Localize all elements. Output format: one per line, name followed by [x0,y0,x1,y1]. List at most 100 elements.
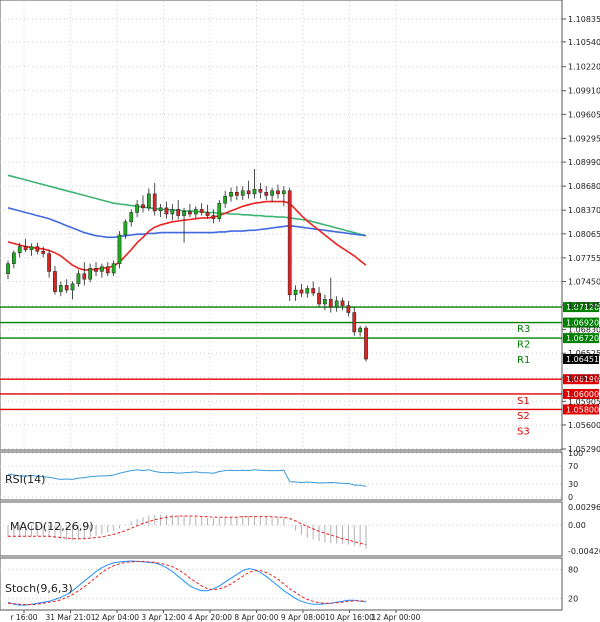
candle-body [135,204,139,213]
rsi-label: RSI(14) [5,473,45,486]
price-tick-label: 1.05600 [568,421,600,430]
price-tick-label: 1.10220 [568,63,600,72]
price-tick-label: 1.06525 [568,349,600,358]
candle-body [158,207,163,212]
candle-body [164,207,169,215]
candle-body [270,190,274,196]
candle-body [170,209,175,215]
time-tick-label: 4 Apr 20:00 [188,613,232,622]
candle-body [281,190,286,195]
forex-chart: R31.07120R21.06920R11.06720S11.06190S21.… [0,0,600,622]
candle-body [346,305,351,313]
level-label-s2: S2 [517,411,530,422]
price-tick-label: 1.06830 [568,326,600,335]
price-tick-label: 1.05905 [568,397,600,406]
macd-label: MACD(12,26,9) [10,520,94,533]
price-tick-label: 1.08990 [568,158,600,167]
candle-body [235,192,239,196]
time-tick-label: 3 Apr 12:00 [141,613,185,622]
rsi-panel-frame [0,451,563,501]
main-panel: R31.07120R21.06920R11.06720S11.06190S21.… [0,0,600,454]
candle-body [29,246,34,250]
candle-body [252,188,257,195]
level-label-r1: R1 [517,355,530,366]
candle-body [323,299,327,305]
time-tick-label: 31 Mar 21:01 [45,613,95,622]
candle-body [88,268,93,280]
time-tick-label: 9 Apr 08:00 [281,613,325,622]
candle-body [199,209,204,213]
stoch-label: Stoch(9,6,3) [5,582,73,595]
candle-body [146,193,151,209]
candle-body [352,312,357,333]
time-tick-label: 8 Apr 00:00 [234,613,278,622]
rsi-tick-label: 0 [568,493,573,502]
stoch-panel: 80 20 Stoch(9,6,3) [0,557,578,611]
candle-body [264,192,269,196]
rsi-panel: 100 70 30 0 RSI(14) [0,449,583,502]
candle-body [217,202,222,219]
candle-body [193,209,198,215]
candle-body [293,289,298,295]
candle-body [305,288,310,294]
price-tick-label: 1.06215 [568,373,600,382]
price-tick-label: 1.10540 [568,38,600,47]
candle-body [223,195,228,204]
candle-body [317,292,321,305]
candle-body [82,273,87,280]
candle-body [152,193,157,212]
price-tick-label: 1.07755 [568,254,600,263]
candle-body [240,190,245,196]
macd-tick-label: 0.002966 [568,503,600,512]
candle-body [182,211,186,216]
price-tick-label: 1.08680 [568,182,600,191]
price-tick-label: 1.10835 [568,15,600,24]
macd-tick-label: 0.00 [568,521,586,530]
candle-body [47,253,51,272]
candle-body [129,212,134,223]
price-tick-label: 1.07145 [568,301,600,310]
candle-body [364,327,368,360]
candle-body [64,285,69,291]
candle-body [35,246,40,252]
candle-body [17,246,22,254]
price-tick-label: 1.09605 [568,110,600,119]
candle-body [76,273,81,285]
level-price-label: 1.05800 [566,405,599,414]
time-tick-label: 12 Apr 00:00 [372,613,421,622]
rsi-tick-label: 70 [568,462,578,471]
candle-body [340,300,345,306]
macd-panel: 0.002966 0.00 -0.004202 MACD(12,26,9) [0,501,600,557]
candle-body [188,211,192,215]
macd-tick-label: -0.004202 [568,547,600,556]
price-tick-label: 1.09910 [568,87,600,96]
candle-body [176,209,181,216]
level-price-label: 1.06720 [566,334,599,343]
candle-body [111,263,116,274]
candle-body [12,252,16,264]
level-label-s1: S1 [517,396,530,407]
main-panel-frame [0,0,563,451]
candle-body [211,215,216,219]
candle-body [23,246,28,250]
stoch-tick-label: 80 [568,566,578,575]
candle-body [41,251,46,254]
candle-body [258,188,263,193]
rsi-tick-label: 100 [568,449,583,458]
price-tick-label: 1.08065 [568,230,600,239]
candle-body [53,271,57,292]
candle-body [229,192,233,197]
time-tick-label: 10 Apr 16:00 [325,613,374,622]
stoch-tick-label: 20 [568,594,578,603]
candle-body [287,190,292,295]
time-axis: r 16:00 31 Mar 21:01 2 Apr 04:00 3 Apr 12:0… [10,610,421,622]
level-label-r3: R3 [517,324,530,335]
candle-body [123,221,128,236]
price-tick-label: 1.09295 [568,134,600,143]
price-tick-label: 1.07450 [568,277,600,286]
time-tick-label: r 16:00 [10,613,37,622]
candle-body [334,300,339,308]
level-label-r2: R2 [517,340,530,351]
price-tick-label: 1.08370 [568,206,600,215]
candle-body [299,289,304,294]
